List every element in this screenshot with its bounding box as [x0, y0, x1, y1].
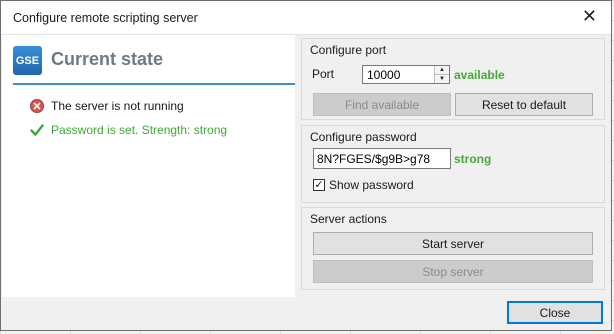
port-status: available: [454, 68, 505, 82]
spin-down-icon[interactable]: ▼: [435, 74, 449, 83]
group-label: Configure password: [310, 130, 417, 144]
status-text: Password is set. Strength: strong: [51, 123, 228, 137]
checkbox-checked-icon[interactable]: ✓: [313, 179, 325, 191]
current-state-title: Current state: [51, 49, 164, 69]
configure-server-dialog: Configure remote scripting server ✕ GSE …: [0, 0, 612, 331]
error-icon: [30, 99, 44, 113]
spin-up-icon[interactable]: ▲: [435, 66, 449, 74]
configure-password-group: Configure password strong ✓ Show passwor…: [301, 125, 605, 203]
port-spinbox[interactable]: ▲ ▼: [362, 65, 450, 84]
check-icon: [30, 123, 44, 137]
status-server-not-running: The server is not running: [30, 99, 184, 113]
server-actions-group: Server actions Start server Stop server: [301, 207, 605, 290]
password-strength: strong: [454, 152, 492, 166]
close-window-icon[interactable]: ✕: [582, 7, 597, 25]
configure-port-group: Configure port Port ▲ ▼ available Find a…: [301, 38, 605, 120]
start-server-button[interactable]: Start server: [313, 232, 593, 255]
group-label: Server actions: [310, 212, 387, 226]
port-input[interactable]: [363, 66, 441, 83]
settings-panel: Configure port Port ▲ ▼ available Find a…: [297, 35, 611, 297]
window-title: Configure remote scripting server: [13, 11, 198, 25]
find-available-button[interactable]: Find available: [313, 93, 451, 116]
show-password-checkbox[interactable]: ✓ Show password: [313, 178, 414, 192]
title-bar: Configure remote scripting server ✕: [1, 1, 611, 35]
stop-server-button[interactable]: Stop server: [313, 260, 593, 283]
port-label: Port: [312, 67, 335, 81]
password-input[interactable]: [313, 148, 451, 169]
status-password-set: Password is set. Strength: strong: [30, 123, 227, 137]
reset-to-default-button[interactable]: Reset to default: [455, 93, 593, 116]
status-text: The server is not running: [51, 99, 184, 113]
close-button[interactable]: Close: [507, 301, 603, 324]
group-label: Configure port: [310, 43, 387, 57]
show-password-label: Show password: [329, 178, 414, 192]
current-state-panel: GSE Current state The server is not runn…: [2, 35, 295, 297]
title-underline: [13, 83, 295, 85]
gse-logo: GSE: [13, 46, 42, 75]
